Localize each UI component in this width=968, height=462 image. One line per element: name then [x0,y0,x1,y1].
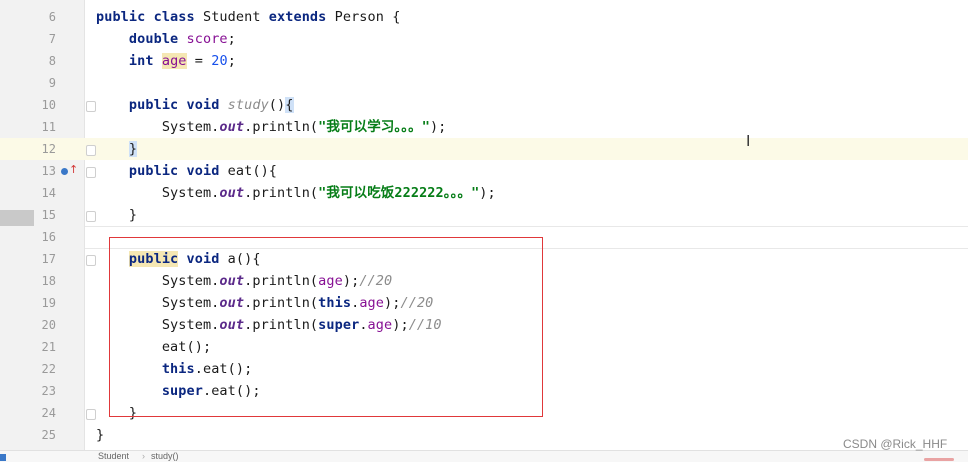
fold-toggle-icon[interactable] [86,409,96,420]
code-token: { [285,97,294,113]
code-token: public void [128,97,228,113]
code-token: } [128,141,138,157]
code-token: ; [227,31,236,47]
code-token: extends [268,9,335,25]
line-number[interactable]: 8 [0,50,56,72]
code-line[interactable]: 14 System.out.println("我可以吃饭222222。。。"); [0,182,968,204]
line-number[interactable]: 7 [0,28,56,50]
code-text[interactable]: System.out.println("我可以吃饭222222。。。"); [96,182,496,204]
code-token: ); [429,119,447,135]
code-token: out [219,185,245,201]
line-number[interactable]: 22 [0,358,56,380]
line-number[interactable]: 9 [0,72,56,94]
line-number[interactable]: 19 [0,292,56,314]
fold-toggle-icon[interactable] [86,167,96,178]
line-number[interactable]: 18 [0,270,56,292]
code-token: () [268,97,286,113]
fold-toggle-icon[interactable] [86,101,96,112]
code-text[interactable]: int age = 20; [96,50,236,72]
code-token: score [186,31,228,47]
code-line[interactable]: 11 System.out.println("我可以学习。。。"); [0,116,968,138]
code-text[interactable]: public void eat(){ [96,160,277,182]
code-text[interactable]: } [96,204,137,226]
code-text[interactable]: public void study(){ [96,94,294,116]
code-text[interactable]: public class Student extends Person { [96,6,400,28]
code-line[interactable]: 8 int age = 20; [0,50,968,72]
code-line[interactable]: 13 public void eat(){ [0,160,968,182]
line-number[interactable]: 23 [0,380,56,402]
code-line[interactable]: 7 double score; [0,28,968,50]
code-token: 20 [211,53,228,69]
line-number[interactable]: 20 [0,314,56,336]
line-number[interactable]: 14 [0,182,56,204]
fold-toggle-icon[interactable] [86,145,96,156]
code-token: Person { [334,9,401,25]
code-text[interactable]: System.out.println("我可以学习。。。"); [96,116,446,138]
code-token: "我可以吃饭222222。。。" [318,185,480,201]
code-token: } [96,427,105,443]
override-marker-icon[interactable] [61,168,68,175]
code-token: System. [96,185,220,201]
highlight-annotation-box [109,237,543,417]
breadcrumb-separator: › [142,451,145,461]
edge-marker [0,454,6,461]
code-token: age [161,53,187,69]
line-number[interactable]: 17 [0,248,56,270]
code-token: .println( [244,119,319,135]
code-token: eat(){ [227,163,278,179]
code-line[interactable]: 25} [0,424,968,446]
watermark: CSDN @Rick_HHF [843,437,948,451]
text-cursor-icon: I [746,132,751,150]
code-text[interactable]: } [96,424,104,446]
code-token: public class [96,9,203,25]
code-text[interactable]: } [96,138,138,160]
line-number[interactable]: 16 [0,226,56,248]
code-token: double [128,31,187,47]
line-number[interactable]: 25 [0,424,56,446]
code-line[interactable]: 6 public class Student extends Person { [0,6,968,28]
code-token: .println( [244,185,319,201]
override-up-arrow-icon[interactable]: ↑ [69,164,78,175]
breadcrumb: Student › study() [0,450,968,462]
line-number[interactable]: 12 [0,138,56,160]
code-line[interactable]: 9 [0,72,968,94]
fold-toggle-icon[interactable] [86,211,96,222]
code-text[interactable]: double score; [96,28,236,50]
fold-toggle-icon[interactable] [86,255,96,266]
line-number[interactable]: 24 [0,402,56,424]
code-token: System. [96,119,220,135]
method-separator [85,226,968,227]
code-line[interactable]: 10 public void study(){ [0,94,968,116]
line-number[interactable]: 21 [0,336,56,358]
code-token: = [186,53,212,69]
code-token: } [96,207,138,223]
code-line[interactable]: 15 } [0,204,968,226]
code-token: Student [202,9,269,25]
line-number[interactable]: 6 [0,6,56,28]
code-token: ; [227,53,236,69]
code-editor[interactable]: 6 public class Student extends Person {7 … [0,0,968,450]
breadcrumb-item-method[interactable]: study() [151,451,179,461]
line-number[interactable]: 11 [0,116,56,138]
line-number[interactable]: 13 [0,160,56,182]
code-line[interactable]: 12 } [0,138,968,160]
breadcrumb-item-class[interactable]: Student [98,451,129,461]
code-token: int [128,53,162,69]
code-token: "我可以学习。。。" [318,119,430,135]
code-token: ); [479,185,496,201]
code-token: out [219,119,245,135]
code-token: study [227,97,269,113]
line-number[interactable]: 10 [0,94,56,116]
code-token: public void [128,163,228,179]
line-number[interactable]: 15 [0,204,56,226]
